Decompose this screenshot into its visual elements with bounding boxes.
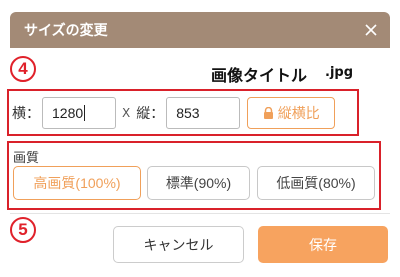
close-icon[interactable]	[362, 21, 380, 39]
footer-divider	[10, 213, 390, 214]
quality-label: 画質	[13, 151, 40, 166]
dimension-separator: X	[122, 106, 131, 120]
dialog-titlebar: サイズの変更	[10, 12, 390, 48]
aspect-ratio-lock-button[interactable]: 縦横比	[247, 97, 336, 129]
quality-low-label: 低画質(80%)	[276, 175, 356, 191]
width-label: 横：	[12, 106, 40, 122]
quality-high-button[interactable]: 高画質(100%)	[13, 166, 141, 200]
quality-high-label: 高画質(100%)	[33, 175, 121, 191]
cancel-button[interactable]: キャンセル	[113, 226, 244, 263]
size-row: 横： 1280 X 縦： 853 縦横比	[12, 95, 336, 131]
height-value: 853	[176, 105, 200, 121]
height-input[interactable]: 853	[166, 97, 241, 129]
height-label: 縦：	[136, 106, 165, 122]
annotation-step-5: 5	[10, 217, 36, 243]
dialog-title: サイズの変更	[24, 23, 108, 39]
aspect-ratio-label: 縦横比	[277, 106, 320, 122]
quality-standard-button[interactable]: 標準(90%)	[147, 166, 250, 200]
quality-low-button[interactable]: 低画質(80%)	[257, 166, 375, 200]
width-value: 1280	[52, 105, 84, 121]
width-input[interactable]: 1280	[42, 97, 116, 129]
quality-standard-label: 標準(90%)	[165, 175, 232, 191]
text-cursor	[84, 105, 86, 121]
file-title: 画像タイトル	[211, 66, 308, 85]
cancel-label: キャンセル	[143, 237, 214, 254]
save-label: 保存	[309, 237, 337, 254]
save-button[interactable]: 保存	[258, 226, 388, 263]
lock-icon	[263, 107, 273, 119]
file-extension: .jpg	[325, 65, 354, 80]
annotation-step-4: 4	[10, 56, 36, 82]
